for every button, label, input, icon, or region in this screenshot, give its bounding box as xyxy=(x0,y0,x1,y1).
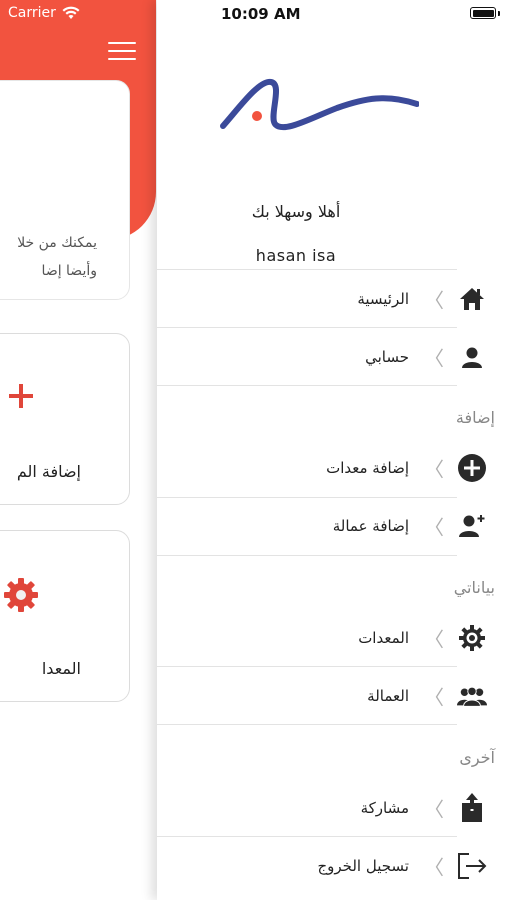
menu-item-label: مشاركة xyxy=(360,799,409,817)
chevron-icon: 〈 xyxy=(424,457,444,482)
chevron-icon: 〈 xyxy=(424,288,444,313)
menu-item-label: إضافة عمالة xyxy=(332,517,409,535)
menu-item-add-equipment[interactable]: إضافة معدات 〈 xyxy=(157,440,507,496)
equipment-tile[interactable]: المعدا xyxy=(0,530,130,702)
menu-item-label: حسابي xyxy=(365,348,409,366)
menu-item-label: إضافة معدات xyxy=(326,459,409,477)
home-icon xyxy=(457,284,487,314)
plus-icon xyxy=(9,384,33,408)
intro-text-line-2: وأيضا إضا xyxy=(41,263,97,279)
gear-icon xyxy=(457,623,487,653)
chevron-icon: 〈 xyxy=(424,346,444,371)
side-drawer: 10:09 AM أهلا وسهلا بك hasan isa الرئيسي… xyxy=(157,0,507,900)
intro-card: يمكنك من خلا وأيضا إضا xyxy=(0,80,130,300)
group-icon xyxy=(457,681,487,711)
intro-text-line-1: يمكنك من خلا xyxy=(17,235,97,251)
menu-item-equipment[interactable]: المعدات 〈 xyxy=(157,610,507,666)
chevron-icon: 〈 xyxy=(424,685,444,710)
greeting-text: أهلا وسهلا بك xyxy=(251,202,341,221)
carrier-label: Carrier xyxy=(8,5,56,21)
share-icon xyxy=(457,793,487,823)
divider xyxy=(157,269,457,270)
logout-icon xyxy=(457,851,487,881)
section-title-other: آخرى xyxy=(459,748,495,767)
menu-item-home[interactable]: الرئيسية 〈 xyxy=(157,271,507,327)
divider xyxy=(157,327,457,328)
divider xyxy=(157,724,457,725)
divider xyxy=(157,555,457,556)
chevron-icon: 〈 xyxy=(424,627,444,652)
divider xyxy=(157,385,457,386)
menu-item-label: الرئيسية xyxy=(357,290,409,308)
menu-item-account[interactable]: حسابي 〈 xyxy=(157,329,507,385)
status-time: 10:09 AM xyxy=(221,5,301,23)
app-logo xyxy=(220,79,419,131)
tile-add-label: إضافة الم xyxy=(16,462,81,481)
menu-hamburger-button[interactable] xyxy=(108,42,136,62)
gear-icon xyxy=(4,578,38,612)
chevron-icon: 〈 xyxy=(424,797,444,822)
battery-tip xyxy=(498,11,500,16)
divider xyxy=(157,836,457,837)
status-carrier: Carrier xyxy=(8,5,80,21)
menu-item-label: تسجيل الخروج xyxy=(317,857,409,875)
menu-item-label: المعدات xyxy=(358,629,409,647)
section-title-my-data: بياناتي xyxy=(453,578,495,597)
menu-item-share[interactable]: مشاركة 〈 xyxy=(157,780,507,836)
divider xyxy=(157,666,457,667)
username-text: hasan isa xyxy=(255,246,337,265)
user-icon xyxy=(457,342,487,372)
menu-item-add-labor[interactable]: إضافة عمالة 〈 xyxy=(157,498,507,554)
background-page: Carrier يمكنك من خلا وأيضا إضا إضافة الم xyxy=(0,0,157,900)
add-user-icon xyxy=(457,511,487,541)
tile-equipment-label: المعدا xyxy=(41,659,81,678)
section-title-add: إضافة xyxy=(455,408,495,427)
menu-item-logout[interactable]: تسجيل الخروج 〈 xyxy=(157,838,507,894)
chevron-icon: 〈 xyxy=(424,855,444,880)
battery-icon xyxy=(470,7,496,19)
chevron-icon: 〈 xyxy=(424,515,444,540)
menu-item-label: العمالة xyxy=(367,687,409,705)
menu-item-labor[interactable]: العمالة 〈 xyxy=(157,668,507,724)
plus-circle-icon xyxy=(457,453,487,483)
wifi-icon xyxy=(62,6,80,19)
add-equipment-tile[interactable]: إضافة الم xyxy=(0,333,130,505)
